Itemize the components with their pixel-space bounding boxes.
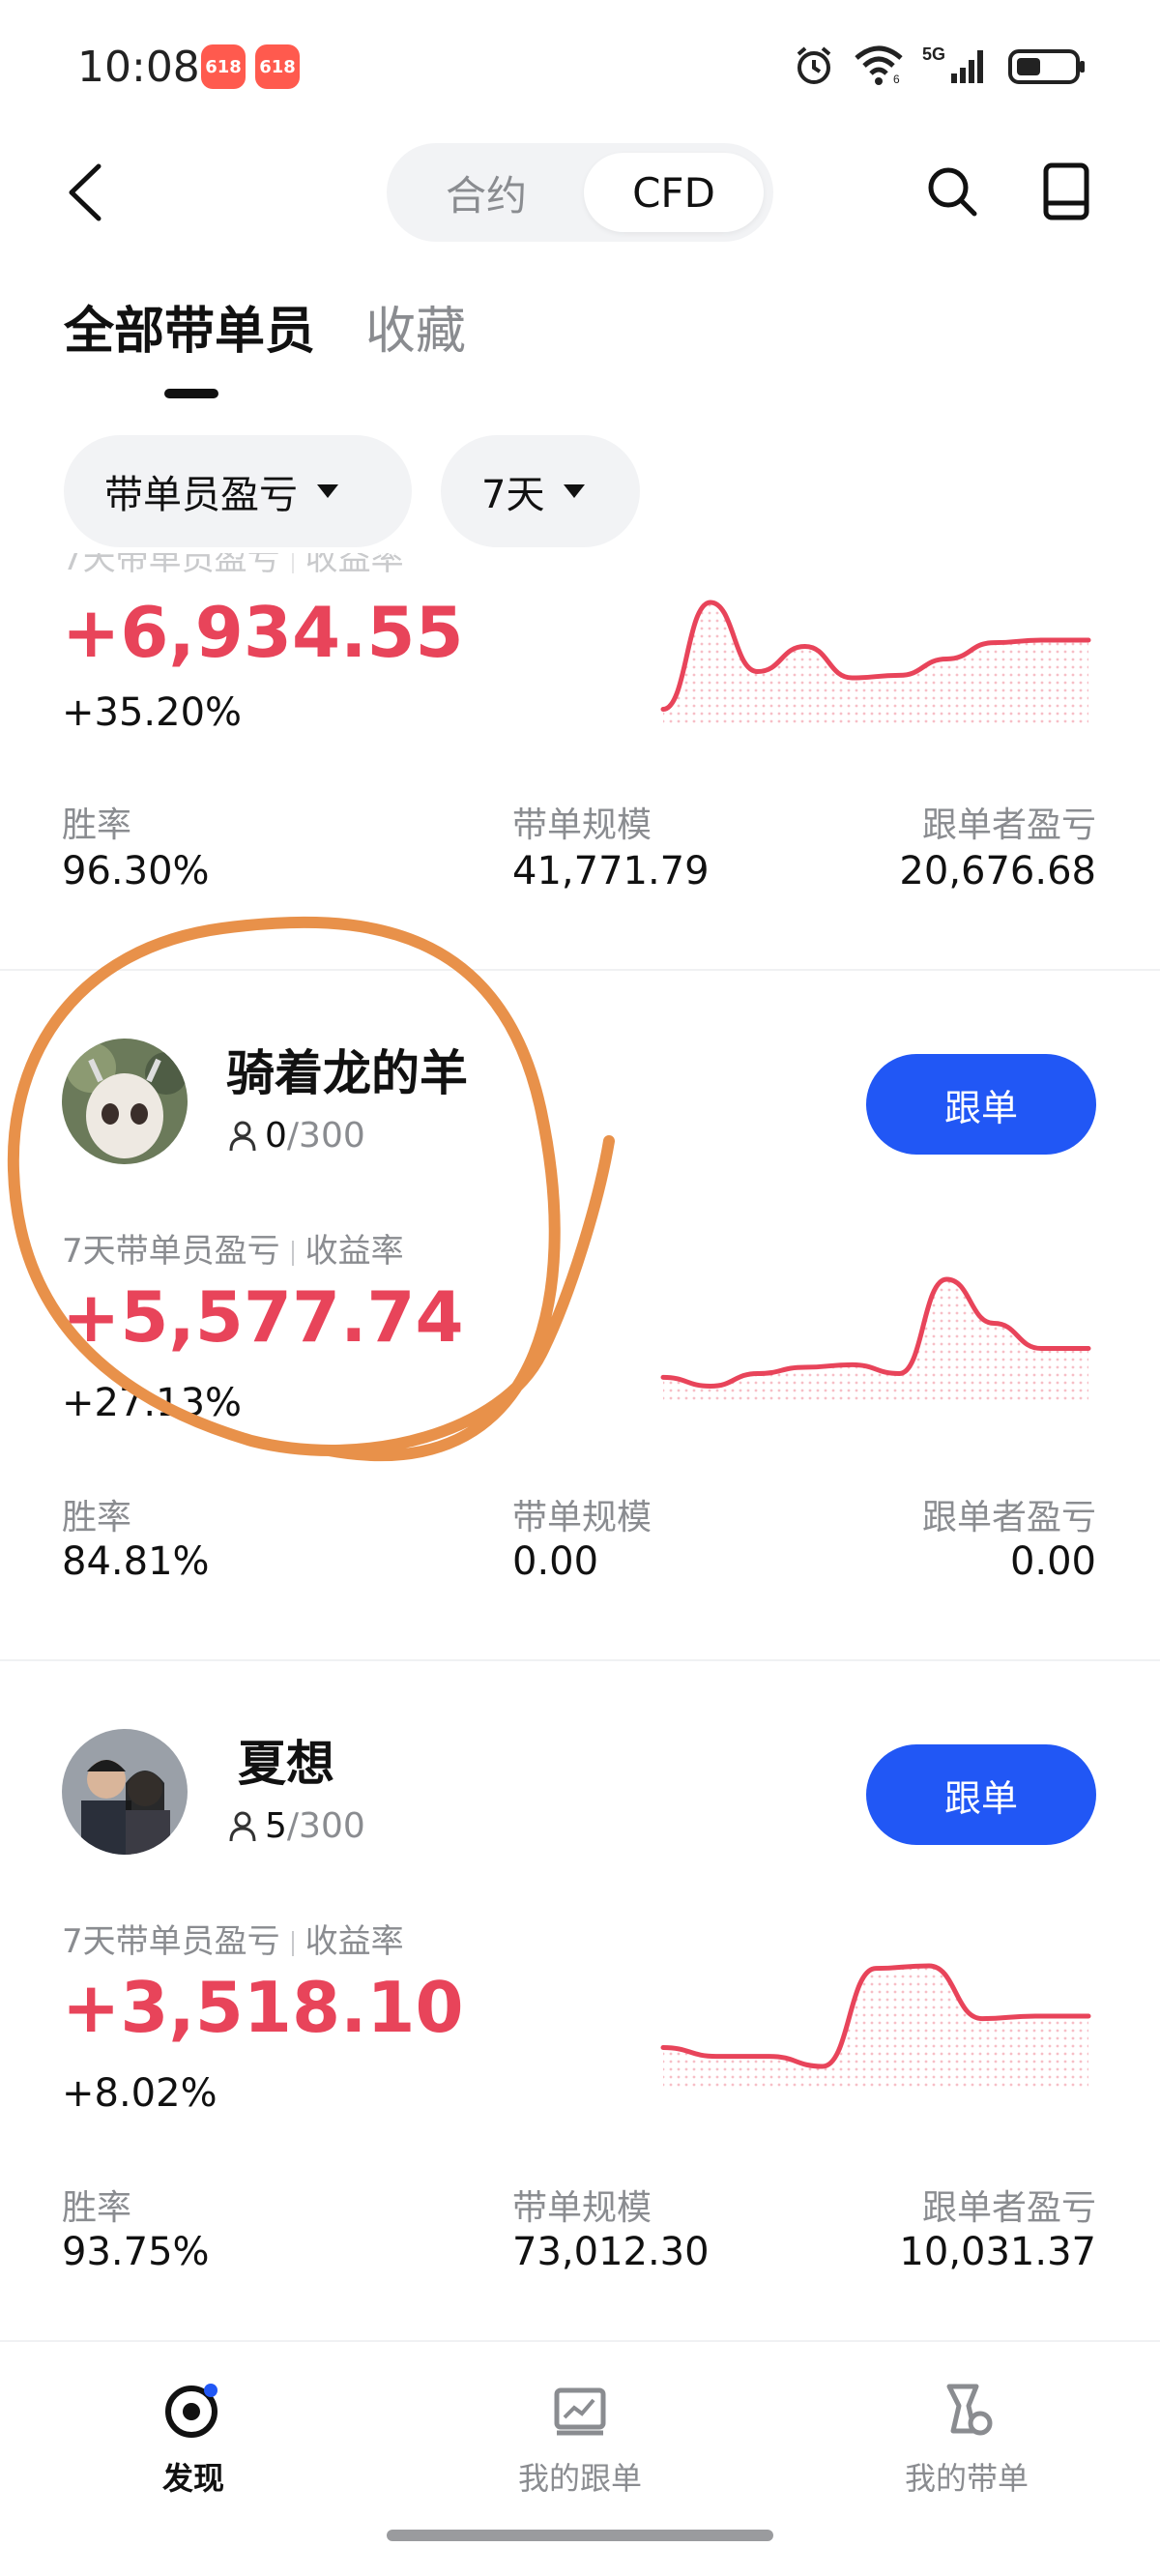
trader-card[interactable]: 骑着龙的羊 0/300 跟单 7天带单员盈亏 收益率 +5,577.74 +27.… [0,971,1160,1659]
period-filter-dropdown[interactable]: 7天 [441,435,640,547]
followers-current: 0 [265,1116,287,1156]
top-nav: 合约 CFD [0,135,1160,251]
followers-max: /300 [286,1806,365,1846]
win-rate-value: 93.75% [62,2230,210,2274]
network-type: 5G [922,44,945,64]
tab-my-leads[interactable]: 我的带单 [851,2379,1083,2499]
market-segment-control: 合约 CFD [387,143,773,242]
app-badge-618: 618 [255,44,300,89]
period-filter-label: 7天 [481,473,545,517]
lead-icon [946,2384,993,2436]
win-rate-label: 胜率 [62,1498,132,1537]
followers-max: /300 [286,1116,365,1156]
tab-favorites[interactable]: 收藏 [365,290,466,363]
avatar[interactable] [62,1729,188,1855]
pnl-sparkline [660,1963,1091,2089]
follower-pnl-value: 10,031.37 [899,2230,1096,2274]
return-rate: +8.02% [62,2071,218,2116]
tab-discover[interactable]: 发现 [77,2379,309,2499]
metric-label: 7天带单员盈亏 收益率 [62,1922,404,1961]
wifi-icon: 6 [855,45,903,86]
pnl-value: +6,934.55 [62,592,464,673]
caret-down-icon [564,484,586,498]
follower-count: 0/300 [228,1116,365,1156]
avatar[interactable] [62,1039,188,1164]
lead-scale-label: 带单规模 [512,805,652,845]
trader-name[interactable]: 骑着龙的羊 [226,1035,468,1104]
wifi-sub-label: 6 [893,73,900,86]
pnl-value: +5,577.74 [62,1276,464,1358]
chart-icon [554,2387,606,2436]
pnl-sparkline [660,1276,1091,1402]
battery-icon [1008,49,1085,84]
pnl-sparkline [660,600,1091,725]
return-rate: +27.13% [62,1381,243,1425]
tab-label: 我的带单 [904,2460,1029,2497]
discover-icon [165,2384,218,2438]
follow-button[interactable]: 跟单 [866,1744,1096,1845]
app-badge-618: 618 [201,44,246,89]
sort-filter-dropdown[interactable]: 带单员盈亏 [64,435,412,547]
followers-current: 5 [265,1806,287,1846]
pnl-value: +3,518.10 [62,1967,464,2048]
status-icons: 6 5G [793,44,1087,87]
follower-pnl-label: 跟单者盈亏 [921,1498,1096,1537]
search-icon[interactable] [923,162,981,220]
follower-pnl-value: 20,676.68 [899,849,1096,893]
follower-pnl-label: 跟单者盈亏 [921,805,1096,845]
alarm-icon [797,46,831,84]
win-rate-label: 胜率 [62,805,132,845]
lead-scale-label: 带单规模 [512,2188,652,2228]
home-indicator [387,2530,773,2541]
book-icon[interactable] [1041,161,1091,222]
status-badges: 618 618 [201,44,300,89]
tab-indicator [164,389,218,398]
tab-label: 发现 [161,2460,224,2497]
signal-icon: 5G [922,44,983,83]
segment-cfd[interactable]: CFD [584,153,764,232]
metric-label: 7天带单员盈亏 收益率 [62,553,404,579]
trader-name[interactable]: 夏想 [238,1725,334,1795]
follower-count: 5/300 [228,1806,365,1846]
trader-card[interactable]: 夏想 5/300 跟单 7天带单员盈亏 收益率 +3,518.10 +8.02% … [0,1661,1160,2338]
segment-contract[interactable]: 合约 [396,153,576,232]
win-rate-value: 84.81% [62,1539,210,1584]
win-rate-value: 96.30% [62,849,210,893]
follower-pnl-value: 0.00 [1009,1539,1096,1584]
lead-scale-value: 73,012.30 [512,2230,710,2274]
return-rate: +35.20% [62,690,243,735]
status-time: 10:08 [77,43,200,92]
sort-filter-label: 带单员盈亏 [104,473,298,517]
sparkline-area [663,1966,1088,2089]
lead-scale-label: 带单规模 [512,1498,652,1537]
win-rate-label: 胜率 [62,2188,132,2228]
lead-scale-value: 41,771.79 [512,849,710,893]
status-bar: 10:08 618 618 6 5G [0,0,1160,135]
follower-pnl-label: 跟单者盈亏 [921,2188,1096,2228]
tab-all-traders[interactable]: 全部带单员 [64,290,315,363]
back-icon[interactable] [58,159,116,226]
user-icon [229,1811,256,1841]
lead-scale-value: 0.00 [512,1539,599,1584]
follow-button[interactable]: 跟单 [866,1054,1096,1155]
trader-card[interactable]: 7天带单员盈亏 收益率 +6,934.55 +35.20% 胜率 96.30% 带… [0,553,1160,969]
tab-label: 我的跟单 [517,2460,642,2497]
metric-label: 7天带单员盈亏 收益率 [62,1232,404,1271]
caret-down-icon [317,484,338,498]
user-icon [229,1121,256,1151]
tab-my-follows[interactable]: 我的跟单 [464,2379,696,2499]
